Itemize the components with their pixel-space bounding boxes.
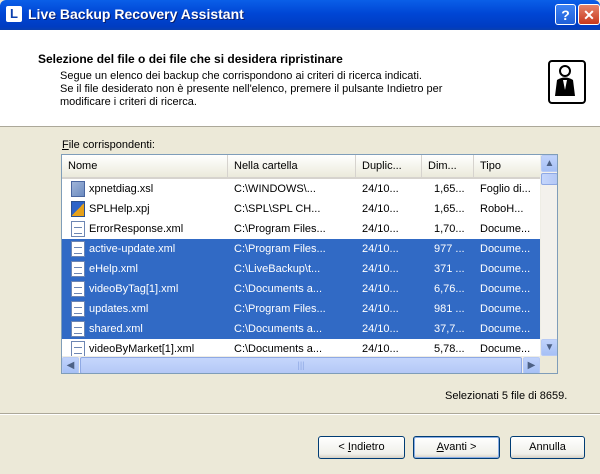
vertical-scrollbar[interactable]: ▲ ▼ bbox=[540, 155, 557, 356]
horizontal-scroll-thumb[interactable]: ||| bbox=[80, 357, 522, 373]
xml-file-icon bbox=[71, 261, 85, 277]
scroll-corner bbox=[540, 356, 557, 373]
window-title: Live Backup Recovery Assistant bbox=[28, 6, 244, 22]
file-type: Docume... bbox=[480, 243, 531, 255]
file-name: videoByTag[1].xml bbox=[89, 283, 179, 295]
file-duplicated: 24/10... bbox=[362, 323, 399, 335]
scroll-down-arrow-icon[interactable]: ▼ bbox=[541, 339, 557, 356]
files-label-accel: F bbox=[62, 139, 69, 151]
scroll-up-arrow-icon[interactable]: ▲ bbox=[541, 155, 557, 172]
file-size: 1,70... bbox=[434, 223, 465, 235]
next-button[interactable]: Avanti > bbox=[413, 436, 500, 459]
file-type: Foglio di... bbox=[480, 183, 531, 195]
file-size: 371 ... bbox=[434, 263, 465, 275]
back-prefix: < bbox=[338, 441, 348, 453]
file-folder: C:\WINDOWS\... bbox=[234, 183, 316, 195]
file-name: SPLHelp.xpj bbox=[89, 203, 150, 215]
table-row[interactable]: updates.xml C:\Program Files... 24/10... 98… bbox=[62, 299, 540, 319]
file-type: Docume... bbox=[480, 283, 531, 295]
xml-file-icon bbox=[71, 221, 85, 237]
scroll-right-arrow-icon[interactable]: ▶ bbox=[523, 357, 540, 373]
table-row[interactable]: active-update.xml C:\Program Files... 24/1… bbox=[62, 239, 540, 259]
xml-file-icon bbox=[71, 321, 85, 337]
cancel-button[interactable]: Annulla bbox=[510, 436, 585, 459]
horizontal-scrollbar[interactable]: ◀ ||| ▶ bbox=[62, 356, 540, 373]
file-duplicated: 24/10... bbox=[362, 303, 399, 315]
back-text: ndietro bbox=[350, 441, 385, 453]
vertical-scroll-thumb[interactable] bbox=[541, 173, 557, 185]
file-folder: C:\Program Files... bbox=[234, 303, 326, 315]
divider bbox=[0, 413, 600, 415]
column-header-name[interactable]: Nome bbox=[62, 155, 228, 177]
file-duplicated: 24/10... bbox=[362, 203, 399, 215]
table-row[interactable]: eHelp.xml C:\LiveBackup\t... 24/10... 371 .… bbox=[62, 259, 540, 279]
file-type: Docume... bbox=[480, 223, 531, 235]
page-title: Selezione del file o dei file che si des… bbox=[38, 52, 343, 66]
file-size: 981 ... bbox=[434, 303, 465, 315]
file-size: 6,76... bbox=[434, 283, 465, 295]
table-row[interactable]: shared.xml C:\Documents a... 24/10... 37,7.… bbox=[62, 319, 540, 339]
xpj-file-icon bbox=[71, 201, 85, 217]
files-label-text: ile corrispondenti: bbox=[68, 139, 155, 151]
file-duplicated: 24/10... bbox=[362, 283, 399, 295]
page-description: Segue un elenco dei backup che corrispon… bbox=[60, 70, 520, 109]
file-duplicated: 24/10... bbox=[362, 183, 399, 195]
next-accel: A bbox=[436, 441, 444, 453]
file-name: eHelp.xml bbox=[89, 263, 138, 275]
column-header-duplicated[interactable]: Duplic... bbox=[356, 155, 422, 177]
column-header-size[interactable]: Dim... bbox=[422, 155, 474, 177]
table-row[interactable]: xpnetdiag.xsl C:\WINDOWS\... 24/10... 1,65.… bbox=[62, 179, 540, 199]
column-header-folder[interactable]: Nella cartella bbox=[228, 155, 356, 177]
file-size: 1,65... bbox=[434, 183, 465, 195]
wizard-header: Selezione del file o dei file che si des… bbox=[0, 30, 600, 127]
column-header-bar: Nome Nella cartella Duplic... Dim... Tip… bbox=[62, 155, 540, 179]
file-name: updates.xml bbox=[89, 303, 149, 315]
scroll-left-arrow-icon[interactable]: ◀ bbox=[62, 357, 79, 373]
next-text: vanti > bbox=[443, 441, 477, 453]
help-button[interactable]: ? bbox=[555, 4, 576, 25]
file-type: Docume... bbox=[480, 323, 531, 335]
column-header-type[interactable]: Tipo bbox=[474, 155, 540, 177]
xml-file-icon bbox=[71, 281, 85, 297]
xml-file-icon bbox=[71, 301, 85, 317]
file-folder: C:\LiveBackup\t... bbox=[234, 263, 321, 275]
description-line: Se il file desiderato non è presente nel… bbox=[60, 83, 443, 95]
file-size: 1,65... bbox=[434, 203, 465, 215]
file-size: 977 ... bbox=[434, 243, 465, 255]
file-duplicated: 24/10... bbox=[362, 243, 399, 255]
table-row[interactable]: videoByTag[1].xml C:\Documents a... 24/10.… bbox=[62, 279, 540, 299]
file-folder: C:\Documents a... bbox=[234, 323, 323, 335]
file-duplicated: 24/10... bbox=[362, 263, 399, 275]
close-button[interactable]: ✕ bbox=[578, 4, 600, 25]
file-type: Docume... bbox=[480, 303, 531, 315]
description-line: Segue un elenco dei backup che corrispon… bbox=[60, 70, 422, 82]
file-folder: C:\SPL\SPL CH... bbox=[234, 203, 321, 215]
file-type: RoboH... bbox=[480, 203, 524, 215]
files-listview[interactable]: Nome Nella cartella Duplic... Dim... Tip… bbox=[61, 154, 558, 374]
xml-file-icon bbox=[71, 341, 85, 357]
file-name: ErrorResponse.xml bbox=[89, 223, 184, 235]
table-row[interactable]: SPLHelp.xpj C:\SPL\SPL CH... 24/10... 1,65.… bbox=[62, 199, 540, 219]
file-name: active-update.xml bbox=[89, 243, 176, 255]
xsl-file-icon bbox=[71, 181, 85, 197]
file-type: Docume... bbox=[480, 263, 531, 275]
file-name: xpnetdiag.xsl bbox=[89, 183, 154, 195]
selection-status: Selezionati 5 file di 8659. bbox=[445, 390, 568, 402]
file-duplicated: 24/10... bbox=[362, 223, 399, 235]
file-folder: C:\Program Files... bbox=[234, 223, 326, 235]
wizard-person-icon bbox=[548, 60, 586, 104]
file-folder: C:\Program Files... bbox=[234, 243, 326, 255]
description-line: modificare i criteri di ricerca. bbox=[60, 96, 197, 108]
file-folder: C:\Documents a... bbox=[234, 283, 323, 295]
file-size: 37,7... bbox=[434, 323, 465, 335]
app-icon: L bbox=[6, 6, 22, 22]
file-name: shared.xml bbox=[89, 323, 143, 335]
title-bar[interactable]: L Live Backup Recovery Assistant ? ✕ bbox=[0, 0, 600, 30]
table-row[interactable]: ErrorResponse.xml C:\Program Files... 24/1… bbox=[62, 219, 540, 239]
files-list-label: File corrispondenti: bbox=[62, 139, 155, 151]
xml-file-icon bbox=[71, 241, 85, 257]
back-button[interactable]: < Indietro bbox=[318, 436, 405, 459]
